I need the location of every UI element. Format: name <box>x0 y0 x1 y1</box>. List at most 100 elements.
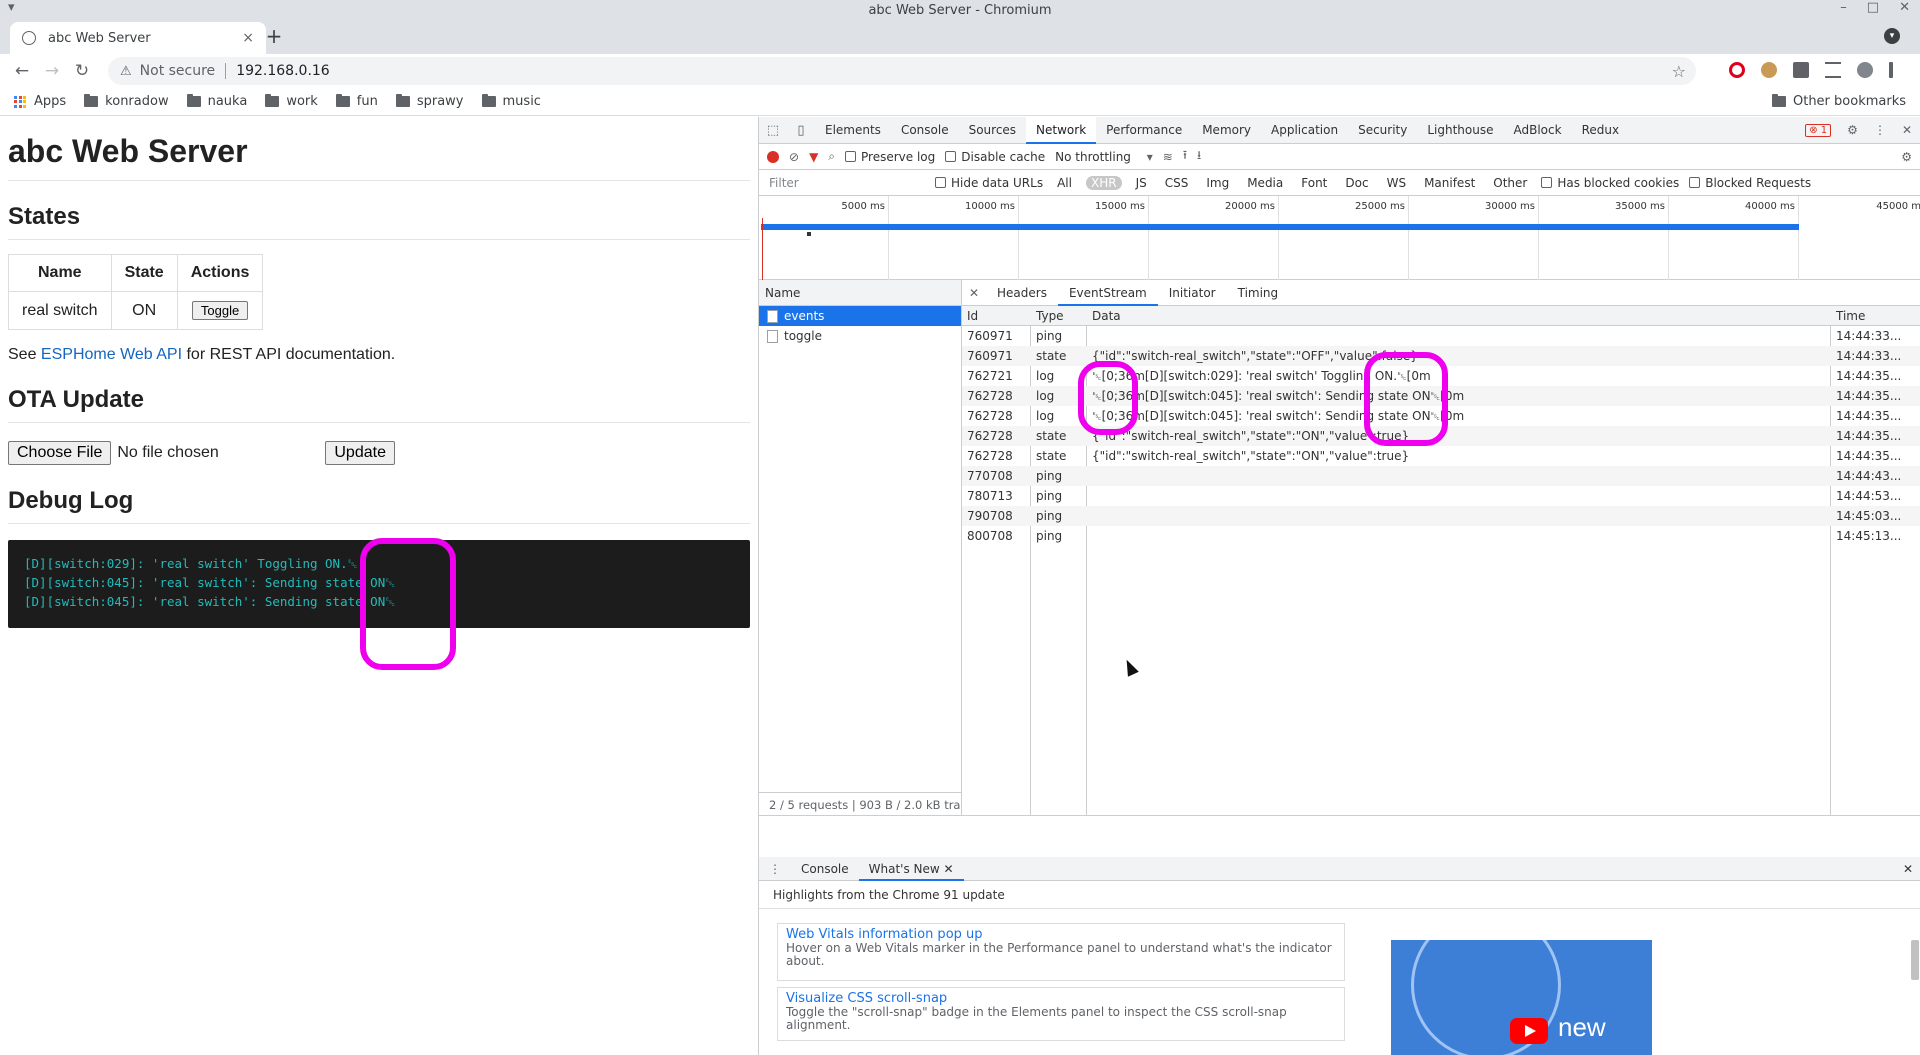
has-blocked-cookies-checkbox[interactable]: Has blocked cookies <box>1541 176 1679 190</box>
filter-type-media[interactable]: Media <box>1243 176 1287 190</box>
drawer-tab-whats-new[interactable]: What's New ✕ <box>858 857 964 881</box>
bookmark-folder[interactable]: konradow <box>84 94 169 109</box>
bookmark-folder[interactable]: music <box>481 94 541 109</box>
filter-type-xhr[interactable]: XHR <box>1085 175 1122 190</box>
error-count-badge[interactable]: ⊗ 1 <box>1805 123 1832 137</box>
tab-headers[interactable]: Headers <box>986 280 1058 306</box>
filter-type-js[interactable]: JS <box>1132 176 1151 190</box>
choose-file-button[interactable]: Choose File <box>8 441 112 465</box>
back-icon[interactable]: ← <box>8 57 36 85</box>
filter-type-manifest[interactable]: Manifest <box>1420 176 1479 190</box>
filter-type-all[interactable]: All <box>1053 176 1076 190</box>
bookmark-star-icon[interactable]: ☆ <box>1672 62 1686 81</box>
drawer-tab-console[interactable]: Console <box>791 857 859 881</box>
preserve-log-checkbox[interactable]: Preserve log <box>845 150 935 164</box>
chrome-update-video-thumbnail[interactable]: new <box>1391 940 1652 1055</box>
close-detail-icon[interactable]: ✕ <box>962 286 986 300</box>
whats-new-card[interactable]: Web Vitals information pop up Hover on a… <box>777 923 1345 981</box>
eventstream-row[interactable]: 762728 state {"id":"switch-real_switch","s… <box>962 446 1920 466</box>
tab-memory[interactable]: Memory <box>1192 117 1261 144</box>
card-title[interactable]: Visualize CSS scroll-snap <box>786 991 1336 1006</box>
export-har-icon[interactable]: ⭳ <box>1197 146 1201 167</box>
record-icon[interactable] <box>767 150 779 163</box>
esphome-api-link[interactable]: ESPHome Web API <box>41 346 182 363</box>
card-title[interactable]: Web Vitals information pop up <box>786 927 1336 942</box>
forward-icon[interactable]: → <box>38 57 66 85</box>
bookmark-folder[interactable]: sprawy <box>395 94 464 109</box>
filter-icon[interactable]: ▼ <box>809 150 818 164</box>
filter-type-doc[interactable]: Doc <box>1341 176 1372 190</box>
request-row-toggle[interactable]: toggle <box>759 326 961 346</box>
blocked-requests-checkbox[interactable]: Blocked Requests <box>1689 176 1811 190</box>
window-menu-icon[interactable]: ▾ <box>8 0 15 15</box>
close-window-icon[interactable]: ✕ <box>1899 0 1910 15</box>
clear-icon[interactable]: ⊘ <box>789 150 799 164</box>
tab-lighthouse[interactable]: Lighthouse <box>1417 117 1503 144</box>
close-devtools-icon[interactable]: ✕ <box>1902 123 1912 137</box>
profile-avatar-icon[interactable] <box>1857 62 1873 78</box>
url-text[interactable]: 192.168.0.16 <box>236 63 330 79</box>
not-secure-label[interactable]: Not secure <box>140 63 216 79</box>
filter-input[interactable]: Filter <box>763 173 925 193</box>
tab-elements[interactable]: Elements <box>815 117 891 144</box>
name-column-header[interactable]: Name <box>759 280 961 306</box>
reload-icon[interactable]: ↻ <box>68 57 96 85</box>
tab-adblock[interactable]: AdBlock <box>1504 117 1572 144</box>
filter-type-css[interactable]: CSS <box>1161 176 1193 190</box>
other-bookmarks[interactable]: Other bookmarks <box>1771 94 1906 109</box>
bookmark-folder[interactable]: nauka <box>186 94 247 109</box>
close-tab-icon[interactable]: ✕ <box>944 862 954 876</box>
bookmark-folder[interactable]: fun <box>335 94 378 109</box>
opera-extension-icon[interactable] <box>1729 62 1745 78</box>
device-toolbar-icon[interactable]: ▯ <box>787 123 815 138</box>
request-row-events[interactable]: events <box>759 306 961 326</box>
drawer-menu-icon[interactable]: ⋮ <box>759 862 791 876</box>
more-options-icon[interactable]: ⋮ <box>1874 123 1886 137</box>
network-settings-icon[interactable]: ⚙ <box>1901 150 1912 164</box>
extension-icon[interactable] <box>1761 62 1777 78</box>
address-bar[interactable]: ⚠ Not secure 192.168.0.16 ☆ <box>108 57 1696 85</box>
tab-search-icon[interactable]: ▾ <box>1884 28 1900 44</box>
bookmark-apps[interactable]: Apps <box>14 94 66 109</box>
settings-gear-icon[interactable]: ⚙ <box>1847 123 1858 137</box>
inspect-element-icon[interactable]: ⬚ <box>759 123 787 138</box>
tab-console[interactable]: Console <box>891 117 959 144</box>
bookmark-folder[interactable]: work <box>265 94 318 109</box>
tab-application[interactable]: Application <box>1261 117 1348 144</box>
youtube-play-icon[interactable] <box>1510 1018 1548 1044</box>
toggle-button[interactable]: Toggle <box>191 301 249 320</box>
disable-cache-checkbox[interactable]: Disable cache <box>945 150 1045 164</box>
eventstream-row[interactable]: 800708 ping 14:45:13... <box>962 526 1920 546</box>
browser-menu-icon[interactable] <box>1889 62 1893 78</box>
tab-performance[interactable]: Performance <box>1096 117 1192 144</box>
update-button[interactable]: Update <box>325 441 395 465</box>
tab-redux[interactable]: Redux <box>1572 117 1630 144</box>
tab-sources[interactable]: Sources <box>959 117 1026 144</box>
network-overview-timeline[interactable]: 5000 ms 10000 ms 15000 ms 20000 ms 25000… <box>759 196 1920 280</box>
minimize-icon[interactable]: – <box>1840 0 1847 15</box>
maximize-icon[interactable]: □ <box>1867 0 1879 15</box>
hide-data-urls-checkbox[interactable]: Hide data URLs <box>935 176 1043 190</box>
browser-tab[interactable]: abc Web Server × <box>10 22 266 54</box>
eventstream-row[interactable]: 790708 ping 14:45:03... <box>962 506 1920 526</box>
tab-timing[interactable]: Timing <box>1227 280 1290 306</box>
new-tab-button[interactable]: + <box>260 24 288 48</box>
filter-type-img[interactable]: Img <box>1202 176 1233 190</box>
eventstream-row[interactable]: 760971 ping 14:44:33... <box>962 326 1920 346</box>
reading-list-icon[interactable] <box>1825 62 1841 78</box>
throttling-select[interactable]: No throttling ▾ <box>1055 150 1153 164</box>
puzzle-extensions-icon[interactable] <box>1793 62 1809 78</box>
filter-type-ws[interactable]: WS <box>1383 176 1410 190</box>
eventstream-row[interactable]: 770708 ping 14:44:43... <box>962 466 1920 486</box>
tab-network[interactable]: Network <box>1026 116 1097 144</box>
warning-icon[interactable]: ⚠ <box>120 64 132 79</box>
search-icon[interactable]: ⌕ <box>828 149 835 164</box>
filter-type-other[interactable]: Other <box>1489 176 1531 190</box>
filter-type-font[interactable]: Font <box>1297 176 1331 190</box>
whats-new-card[interactable]: Visualize CSS scroll-snap Toggle the "sc… <box>777 987 1345 1041</box>
drawer-scrollbar[interactable] <box>1911 940 1919 980</box>
network-conditions-icon[interactable]: ≋ <box>1163 150 1173 164</box>
eventstream-row[interactable]: 780713 ping 14:44:53... <box>962 486 1920 506</box>
tab-initiator[interactable]: Initiator <box>1158 280 1227 306</box>
close-tab-icon[interactable]: × <box>242 30 254 46</box>
